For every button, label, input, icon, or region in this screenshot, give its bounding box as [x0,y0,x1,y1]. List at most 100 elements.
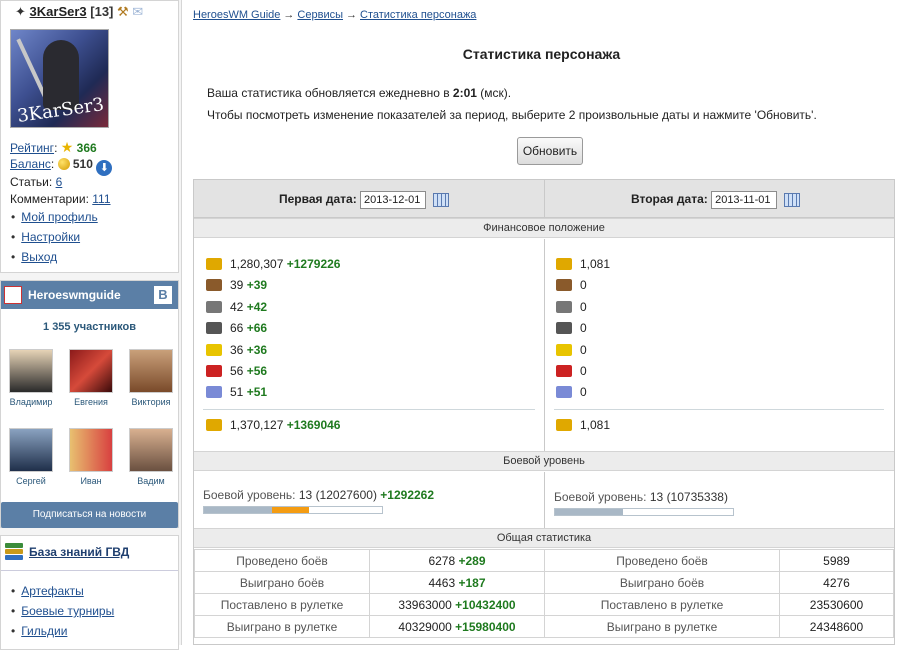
resource-value: 42 [230,300,244,314]
vk-member[interactable]: Сергей [3,428,59,486]
avatar[interactable]: 3KarSer3 [10,29,109,128]
first-date-cell: Первая дата: 2013-12-01 [279,180,450,218]
calendar-icon[interactable] [784,192,801,207]
combat-exp: (10735338) [666,490,728,504]
resource-delta: +66 [246,321,268,335]
ore-icon [556,301,572,313]
stat-label: Выиграно в рулетке [194,615,370,638]
stat-value: 4463 [428,575,456,590]
resource-value: 1,280,307 [230,257,284,271]
divider [1,570,178,571]
combat-section-header: Боевой уровень [194,451,894,471]
resource-value: 39 [230,278,244,292]
logout-link[interactable]: Выход [21,250,57,264]
first-date-input[interactable]: 2013-12-01 [360,190,427,209]
vk-header[interactable]: Heroeswmguide B [1,281,178,309]
tournaments-link[interactable]: Боевые турниры [21,604,114,618]
subscribe-button[interactable]: Подписаться на новости [1,502,178,528]
comments-count-link[interactable]: 111 [92,192,110,206]
vk-member[interactable]: Вадим [123,428,179,486]
comments-label: Комментарии: [10,192,89,206]
update-info-suffix: (мск). [476,86,512,100]
resource-row: 0 [556,277,587,293]
second-date-input[interactable]: 2013-11-01 [711,190,778,209]
breadcrumb: HeroesWM Guide → Сервисы → Статистика персон… [193,9,476,21]
vk-member[interactable]: Виктория [123,349,179,407]
update-button[interactable]: Обновить [517,137,583,165]
stat-value: 33963000 [398,597,452,612]
user-level: [13] [90,4,114,19]
knowledge-base-link[interactable]: База знаний ГВД [29,545,129,559]
table-row: Проведено боёв 6278 +289 Проведено боёв 598… [194,549,894,572]
artifacts-link[interactable]: Артефакты [21,584,84,598]
stat-label: Выиграно боёв [194,571,370,594]
balance-link[interactable]: Баланс [10,157,51,171]
vk-icon[interactable]: B [154,286,172,304]
vk-widget: Heroeswmguide B 1 355 участников Владими… [0,280,179,528]
table-row: Выиграно боёв 4463 +187 Выиграно боёв 4276 [194,571,894,594]
stat-delta: +10432400 [455,597,516,612]
articles-count-link[interactable]: 6 [56,175,63,189]
star-icon: ★ [60,139,74,155]
resource-value: 66 [230,321,244,335]
settings-link[interactable]: Настройки [21,230,80,244]
update-time: 2:01 [452,86,477,100]
total-right: 1,081 [556,417,610,433]
calendar-icon[interactable] [433,192,450,207]
vk-member[interactable]: Евгения [63,349,119,407]
vk-member-count: 1 355 участников [43,321,136,333]
combat-label: Боевой уровень: [203,488,296,502]
resource-row: 39 +39 [206,277,267,293]
stat-value-second: 23530600 [779,593,894,616]
my-profile-link[interactable]: Мой профиль [21,210,98,224]
stat-value: 6278 [428,553,456,568]
hammer-icon[interactable]: ⚒ [117,4,129,19]
resource-delta: +39 [246,278,268,292]
balance-value: 510 [72,157,93,171]
stats-table: Первая дата: 2013-12-01 Вторая дата: 201… [193,179,895,645]
username-link[interactable]: 3KarSer3 [30,4,87,19]
resource-value: 56 [230,364,244,378]
breadcrumb-current-link[interactable]: Статистика персонажа [360,9,476,21]
mail-icon[interactable]: ✉ [132,4,143,19]
vk-member[interactable]: Иван [63,428,119,486]
total-left: 1,370,127 +1369046 [206,417,340,433]
second-date-label: Вторая дата: [631,192,708,206]
breadcrumb-home-link[interactable]: HeroesWM Guide [193,9,280,21]
stat-delta: +289 [458,553,486,568]
rating-link[interactable]: Рейтинг [10,141,54,155]
vk-group-title[interactable]: Heroeswmguide [28,288,121,302]
guilds-link[interactable]: Гильдии [21,624,67,638]
breadcrumb-services-link[interactable]: Сервисы [297,9,343,21]
gold-icon [206,419,222,431]
resource-delta: +56 [246,364,268,378]
deposit-arrow-icon[interactable]: ⬇ [96,160,113,176]
resource-delta: +42 [246,300,268,314]
resource-row: 36 +36 [206,342,267,358]
books-icon [5,543,23,561]
stat-label: Выиграно в рулетке [544,615,780,638]
stat-label: Проведено боёв [544,549,780,572]
divider [554,409,884,410]
resource-delta: +1279226 [286,257,341,271]
resource-value: 0 [580,300,587,314]
stat-label: Выиграно боёв [544,571,780,594]
stat-value-first: 6278 +289 [369,549,545,572]
rating-value: 366 [76,141,97,155]
resource-row: 0 [556,299,587,315]
stat-label: Поставлено в рулетке [544,593,780,616]
total-value: 1,081 [580,418,611,432]
stat-value-first: 33963000 +10432400 [369,593,545,616]
resource-row: 56 +56 [206,363,267,379]
vk-member[interactable]: Владимир [3,349,59,407]
resource-value: 0 [580,321,587,335]
resource-value: 0 [580,364,587,378]
finance-section-header: Финансовое положение [194,218,894,238]
column-divider [544,472,545,528]
resource-delta: +36 [246,343,268,357]
kb-item: Артефакты [21,583,114,603]
user-header: ✦ 3KarSer3 [13] ⚒ ✉ [15,4,143,20]
stat-value-second: 5989 [779,549,894,572]
stat-label: Проведено боёв [194,549,370,572]
resource-value: 0 [580,343,587,357]
